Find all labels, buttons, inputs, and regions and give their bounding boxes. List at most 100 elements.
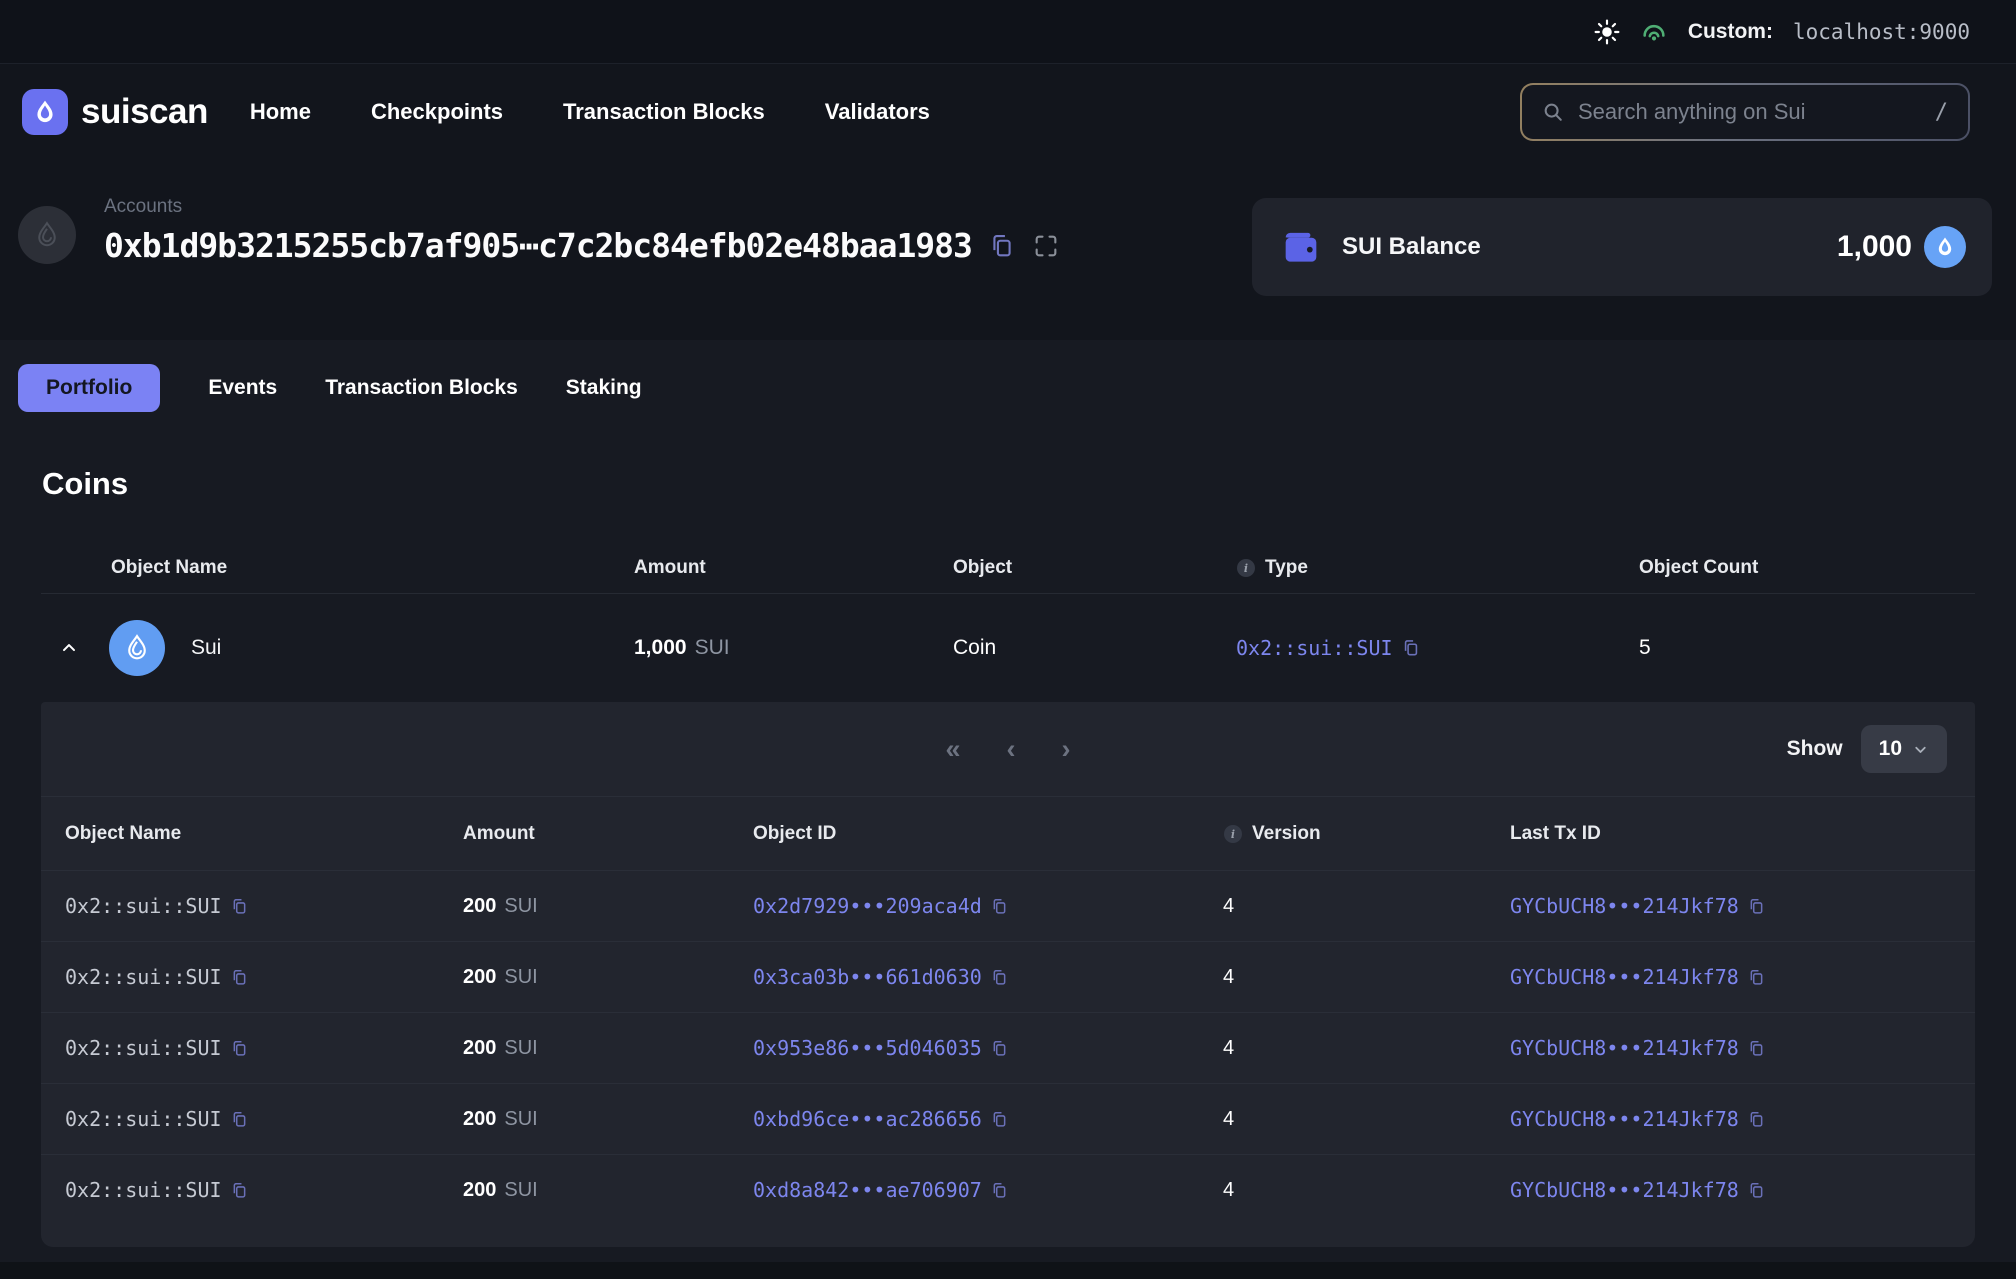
copy-object-type-icon[interactable] — [230, 897, 249, 916]
coin-amount: 1,000 — [634, 636, 687, 659]
object-type: 0x2::sui::SUI — [65, 965, 222, 989]
object-amount: 200 — [463, 895, 496, 917]
object-amount: 200 — [463, 1037, 496, 1059]
type-info-icon[interactable]: i — [1236, 558, 1256, 578]
network-signal-icon[interactable] — [1640, 18, 1668, 46]
last-tx-link[interactable]: GYCbUCH8•••214Jkf78 — [1510, 1107, 1739, 1131]
network-endpoint[interactable]: localhost:9000 — [1793, 20, 1970, 44]
version-info-icon[interactable]: i — [1223, 824, 1243, 844]
network-label[interactable]: Custom: — [1688, 20, 1773, 44]
object-amount: 200 — [463, 1179, 496, 1201]
last-tx-link[interactable]: GYCbUCH8•••214Jkf78 — [1510, 894, 1739, 918]
object-row: 0x2::sui::SUI 200SUI 0xd8a842•••ae706907… — [41, 1154, 1975, 1225]
copy-object-id-icon[interactable] — [990, 897, 1009, 916]
copy-object-id-icon[interactable] — [990, 1181, 1009, 1200]
copy-object-id-icon[interactable] — [990, 968, 1009, 987]
col-last-tx-id: Last Tx ID — [1510, 823, 1975, 845]
prev-page-button[interactable]: ‹ — [1007, 736, 1016, 763]
nav-checkpoints[interactable]: Checkpoints — [371, 99, 503, 125]
footer-strip — [0, 1262, 2016, 1279]
nav-home[interactable]: Home — [250, 99, 311, 125]
object-amount-unit: SUI — [504, 1179, 537, 1201]
last-tx-link[interactable]: GYCbUCH8•••214Jkf78 — [1510, 965, 1739, 989]
object-version: 4 — [1223, 895, 1510, 918]
tab-transaction-blocks[interactable]: Transaction Blocks — [325, 376, 518, 400]
object-id-link[interactable]: 0x2d7929•••209aca4d — [753, 894, 982, 918]
first-page-button[interactable]: « — [945, 736, 960, 763]
collapse-chevron-icon[interactable] — [41, 638, 97, 658]
copy-object-type-icon[interactable] — [230, 968, 249, 987]
nav-validators[interactable]: Validators — [825, 99, 930, 125]
object-row: 0x2::sui::SUI 200 SUI 0x3ca03b•••661d0630… — [41, 941, 1975, 1012]
sui-token-icon — [109, 620, 165, 676]
header: suiscan Home Checkpoints Transaction Blo… — [0, 64, 2016, 160]
coin-object-count: 5 — [1639, 636, 1975, 660]
copy-last-tx-icon[interactable] — [1747, 897, 1766, 916]
main-nav: Home Checkpoints Transaction Blocks Vali… — [250, 99, 930, 125]
copy-last-tx-icon[interactable] — [1747, 1039, 1766, 1058]
panel-bottom-padding — [41, 1225, 1975, 1247]
objects-table-header: Object Name Amount Object ID i Version L… — [41, 796, 1975, 870]
suiscan-logo[interactable] — [22, 89, 68, 135]
object-type: 0x2::sui::SUI — [65, 1036, 222, 1060]
object-row: 0x2::sui::SUI 200 SUI 0x953e86•••5d046035… — [41, 1012, 1975, 1083]
svg-text:i: i — [1244, 562, 1248, 575]
object-amount-unit: SUI — [504, 895, 537, 917]
coin-name: Sui — [191, 636, 221, 660]
account-avatar — [18, 206, 76, 264]
theme-sun-icon[interactable] — [1594, 19, 1620, 45]
copy-object-type-icon[interactable] — [230, 1039, 249, 1058]
search-shortcut-hint: / — [1935, 100, 1948, 125]
object-id-link[interactable]: 0x3ca03b•••661d0630 — [753, 965, 982, 989]
sui-drop-icon — [32, 99, 58, 125]
coins-table-header: Object Name Amount Object i Type Object … — [41, 542, 1975, 594]
copy-object-id-icon[interactable] — [990, 1110, 1009, 1129]
coin-objects-panel: « ‹ › Show 10 Object Name Amou — [41, 702, 1975, 1247]
col-type: Type — [1265, 557, 1308, 579]
balance-value: 1,000 — [1837, 230, 1912, 264]
page-size-select[interactable]: 10 — [1861, 725, 1947, 773]
object-amount-unit: SUI — [504, 1037, 537, 1059]
object-amount: 200 — [463, 966, 496, 988]
object-id-link[interactable]: 0xd8a842•••ae706907 — [753, 1178, 982, 1202]
col-object-name: Object Name — [65, 823, 463, 845]
brand-name[interactable]: suiscan — [81, 92, 208, 132]
topbar: Custom: localhost:9000 — [0, 0, 2016, 64]
coin-type-link[interactable]: 0x2::sui::SUI — [1236, 636, 1393, 660]
object-amount-unit: SUI — [504, 966, 537, 988]
object-id-link[interactable]: 0xbd96ce•••ac286656 — [753, 1107, 982, 1131]
search-box: / — [1520, 83, 1970, 141]
col-object-id: Object ID — [753, 823, 1223, 845]
account-address: 0xb1d9b3215255cb7af905⋯c7c2bc84efb02e48b… — [104, 226, 972, 265]
last-tx-link[interactable]: GYCbUCH8•••214Jkf78 — [1510, 1178, 1739, 1202]
object-version: 4 — [1223, 1108, 1510, 1131]
object-id-link[interactable]: 0x953e86•••5d046035 — [753, 1036, 982, 1060]
page-size-value: 10 — [1879, 737, 1902, 761]
col-amount: Amount — [463, 823, 753, 845]
next-page-button[interactable]: › — [1062, 736, 1071, 763]
search-input[interactable] — [1578, 99, 1921, 125]
coins-section-title: Coins — [42, 466, 2016, 502]
copy-object-id-icon[interactable] — [990, 1039, 1009, 1058]
col-object-name: Object Name — [41, 557, 634, 579]
nav-transaction-blocks[interactable]: Transaction Blocks — [563, 99, 765, 125]
pagination-bar: « ‹ › Show 10 — [41, 702, 1975, 796]
object-row: 0x2::sui::SUI 200SUI 0xbd96ce•••ac286656… — [41, 1083, 1975, 1154]
account-tabs: Portfolio Events Transaction Blocks Stak… — [0, 340, 2016, 412]
col-version: Version — [1252, 823, 1321, 845]
copy-address-icon[interactable] — [988, 232, 1016, 260]
coin-row-sui: Sui 1,000SUI Coin 0x2::sui::SUI 5 — [41, 594, 1975, 702]
search-icon — [1542, 101, 1564, 123]
last-tx-link[interactable]: GYCbUCH8•••214Jkf78 — [1510, 1036, 1739, 1060]
expand-address-icon[interactable] — [1032, 232, 1060, 260]
tab-portfolio[interactable]: Portfolio — [18, 364, 160, 412]
sui-balance-card: SUI Balance 1,000 — [1252, 198, 1992, 296]
copy-object-type-icon[interactable] — [230, 1110, 249, 1129]
copy-last-tx-icon[interactable] — [1747, 968, 1766, 987]
copy-last-tx-icon[interactable] — [1747, 1110, 1766, 1129]
copy-type-icon[interactable] — [1401, 638, 1421, 658]
tab-staking[interactable]: Staking — [566, 376, 642, 400]
copy-object-type-icon[interactable] — [230, 1181, 249, 1200]
copy-last-tx-icon[interactable] — [1747, 1181, 1766, 1200]
tab-events[interactable]: Events — [208, 376, 277, 400]
